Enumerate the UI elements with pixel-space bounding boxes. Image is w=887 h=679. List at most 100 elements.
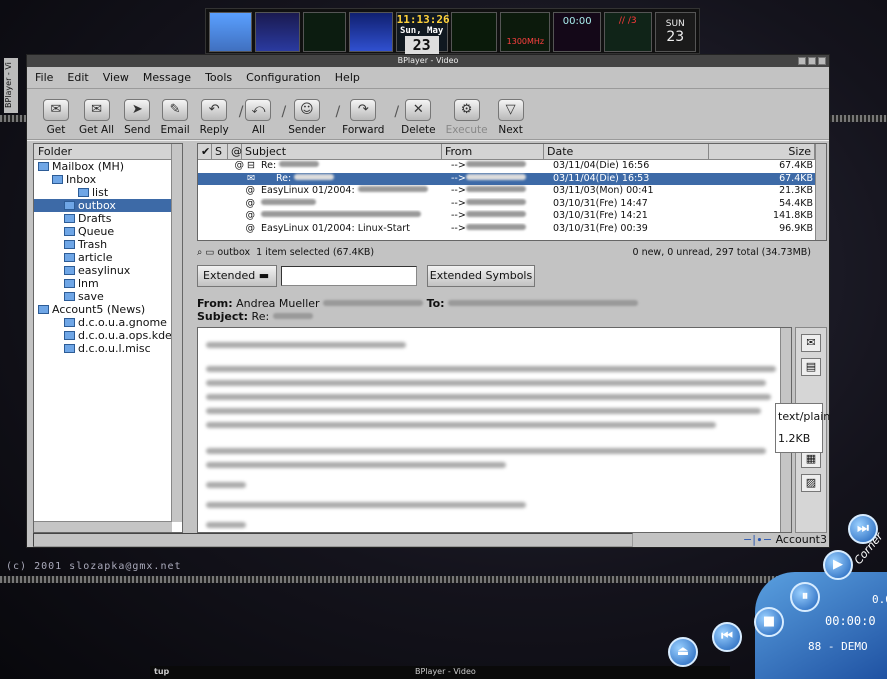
dock-app-1[interactable] <box>209 12 253 52</box>
eject-button[interactable]: ⏏ <box>668 637 698 667</box>
menu-file[interactable]: File <box>35 71 53 84</box>
delete-button[interactable]: ✕ Delete <box>401 99 436 136</box>
menu-configuration[interactable]: Configuration <box>246 71 321 84</box>
forward-label: Forward <box>342 124 385 136</box>
forward-icon: ↷ <box>350 99 377 121</box>
folder-easylinux[interactable]: easylinux <box>34 264 182 277</box>
image-icon[interactable]: ▨ <box>801 474 821 492</box>
reply-sender-button[interactable]: ☺ Sender <box>288 99 325 136</box>
folder-label: d.c.o.u.a.ops.kde <box>78 329 172 342</box>
dock-clock[interactable]: 11:13:26 Sun, May 23 <box>395 12 450 54</box>
table-row[interactable]: ✉ Re: --> 03/11/04(Die) 16:53 67.4KB <box>198 172 826 185</box>
menu-view[interactable]: View <box>103 71 129 84</box>
play-button[interactable]: ▶ <box>823 550 853 580</box>
folder-queue[interactable]: Queue <box>34 225 182 238</box>
column-size[interactable]: Size <box>709 144 815 159</box>
message-body[interactable] <box>197 327 792 533</box>
dock-net-monitor[interactable] <box>450 12 498 52</box>
folder-inbox[interactable]: Inbox <box>34 173 182 186</box>
reply-all-button[interactable]: ⤺ All <box>245 99 272 136</box>
column-from[interactable]: From <box>442 144 544 159</box>
menu-tools[interactable]: Tools <box>205 71 232 84</box>
message-size: 54.4KB <box>779 197 813 209</box>
maximize-button[interactable] <box>808 57 816 65</box>
column-subject[interactable]: Subject <box>242 144 442 159</box>
toolbar-separator: / <box>394 104 400 120</box>
dock-monitor[interactable] <box>303 12 347 52</box>
folder-list[interactable]: list <box>34 186 182 199</box>
next-track-button[interactable]: ⏭ <box>848 514 878 544</box>
email-icon: ✎ <box>162 99 189 121</box>
folder-article[interactable]: article <box>34 251 182 264</box>
next-button[interactable]: ▽ Next <box>497 99 524 136</box>
search-mode-select[interactable]: Extended ▬ <box>197 265 277 287</box>
folder-newsgroup-misc[interactable]: d.c.o.u.l.misc <box>34 342 182 355</box>
folder-outbox[interactable]: outbox <box>34 199 182 212</box>
send-button[interactable]: ➤ Send <box>124 99 151 136</box>
folder-status-icon[interactable]: ⌕ <box>197 247 202 258</box>
next-label: Next <box>498 124 523 136</box>
toolbar-separator: / <box>335 104 341 120</box>
close-button[interactable] <box>818 57 826 65</box>
dock-clock-analog[interactable] <box>255 12 301 52</box>
menu-message[interactable]: Message <box>143 71 191 84</box>
folder-label: d.c.o.u.a.gnome <box>78 316 167 329</box>
column-mark[interactable]: ✔ <box>198 144 212 159</box>
subject-value: Re: <box>251 310 270 323</box>
folder-mailbox[interactable]: Mailbox (MH) <box>34 160 182 173</box>
folder-label: Trash <box>78 238 108 251</box>
get-button[interactable]: ✉ Get <box>43 99 69 136</box>
email-button[interactable]: ✎ Email <box>161 99 190 136</box>
dock-clock-analog-2[interactable] <box>349 12 393 52</box>
folder-drafts[interactable]: Drafts <box>34 212 182 225</box>
menu-help[interactable]: Help <box>335 71 360 84</box>
bottom-taskbar[interactable]: tup BPlayer - Video <box>150 666 730 679</box>
folder-save[interactable]: save <box>34 290 182 303</box>
dock-counter-widget[interactable]: // /3 <box>603 12 652 52</box>
folder-newsgroup-kde[interactable]: d.c.o.u.a.ops.kde <box>34 329 182 342</box>
table-row[interactable]: @ EasyLinux 01/2004: --> 03/11/03(Mon) 0… <box>198 185 826 198</box>
execute-label: Execute <box>445 124 488 136</box>
message-from: --> <box>451 210 466 221</box>
folder-hscrollbar[interactable] <box>34 521 172 532</box>
dock-cpu-monitor[interactable]: 1300MHz <box>500 12 551 52</box>
execute-button[interactable]: ⚙ Execute <box>446 99 488 136</box>
folder-vscrollbar[interactable] <box>171 144 182 522</box>
column-status[interactable]: S <box>212 144 228 159</box>
menubar: File Edit View Message Tools Configurati… <box>27 67 829 89</box>
menu-edit[interactable]: Edit <box>67 71 88 84</box>
table-row[interactable]: @ ⊟ Re: --> 03/11/04(Die) 16:56 67.4KB <box>198 160 826 173</box>
table-row[interactable]: @ --> 03/10/31(Fre) 14:47 54.4KB <box>198 198 826 211</box>
folder-lnm[interactable]: lnm <box>34 277 182 290</box>
window-titlebar[interactable]: BPlayer - Video <box>27 55 829 67</box>
folder-trash[interactable]: Trash <box>34 238 182 251</box>
column-attachment-icon[interactable]: @ <box>228 144 242 159</box>
search-bar: Extended ▬ Extended Symbols <box>197 265 827 289</box>
extended-symbols-button[interactable]: Extended Symbols <box>427 265 535 287</box>
folder-newsgroup-gnome[interactable]: d.c.o.u.a.gnome <box>34 316 182 329</box>
forward-button[interactable]: ↷ Forward <box>342 99 384 136</box>
folder-account5-news[interactable]: Account5 (News) <box>34 303 182 316</box>
text-document-icon[interactable]: ▤ <box>801 358 821 376</box>
status-totals: 0 new, 0 unread, 297 total (34.73MB) <box>632 247 812 258</box>
minimize-button[interactable] <box>798 57 806 65</box>
attachment-size: 1.2KB <box>778 432 811 445</box>
table-row[interactable]: @ --> 03/10/31(Fre) 14:21 141.8KB <box>198 210 826 223</box>
stop-button[interactable]: ■ <box>754 607 784 637</box>
get-all-button[interactable]: ✉ Get All <box>79 99 114 136</box>
table-row[interactable]: @ EasyLinux 01/2004: Linux-Start --> 03/… <box>198 223 826 236</box>
prev-track-button[interactable]: ⏮ <box>712 622 742 652</box>
message-subject: Re: <box>276 172 292 184</box>
search-input[interactable] <box>281 266 417 286</box>
toolbar-separator: / <box>238 104 244 120</box>
pause-button[interactable]: ⏸ <box>790 582 820 612</box>
message-list-vscrollbar[interactable] <box>815 144 826 240</box>
folder-header[interactable]: Folder <box>34 144 182 160</box>
dock-calendar[interactable]: SUN 23 <box>654 12 697 52</box>
minimized-window-label[interactable]: BPlayer - Vi <box>4 58 18 113</box>
reply-button[interactable]: ↶ Reply <box>200 99 229 136</box>
dock-time-widget[interactable]: 00:00 <box>553 12 601 52</box>
from-value: Andrea Mueller <box>236 297 320 310</box>
mail-icon[interactable]: ✉ <box>801 334 821 352</box>
column-date[interactable]: Date <box>544 144 709 159</box>
